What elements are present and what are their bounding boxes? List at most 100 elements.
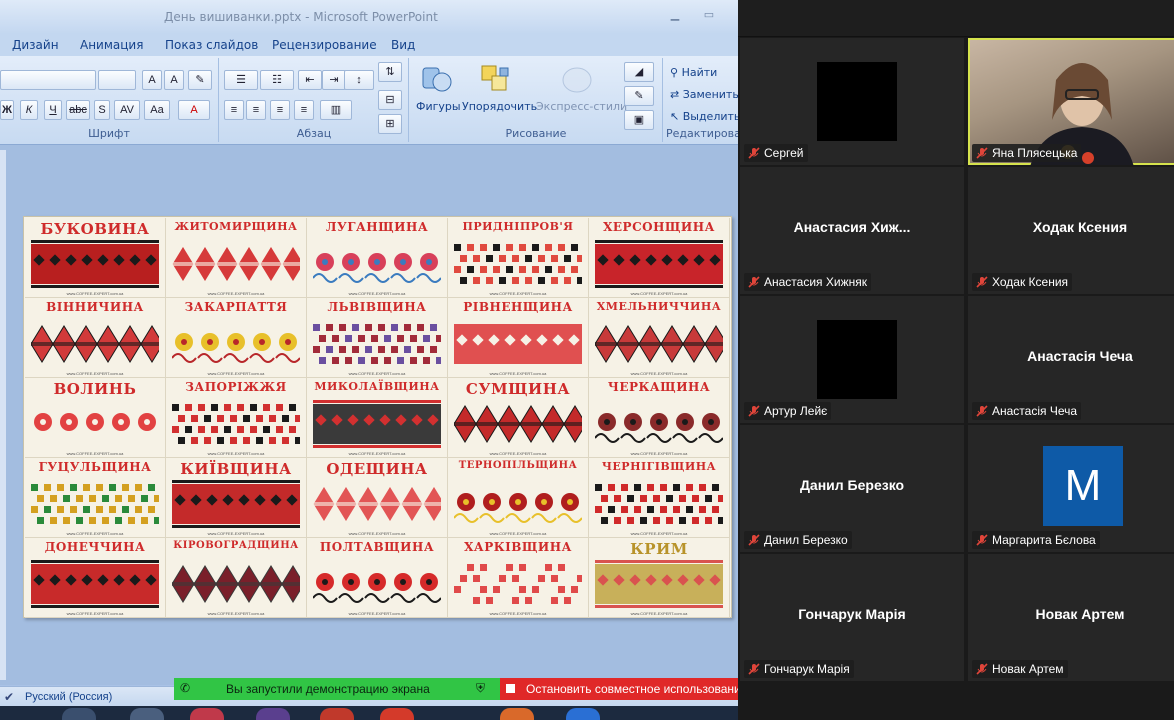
align-text-button[interactable]: ⊟	[378, 90, 402, 110]
text-direction-button[interactable]: ⇅	[378, 62, 402, 82]
font-color-button[interactable]: A	[178, 100, 210, 120]
embroidery-cell: СУМЩИНА www.COFFEE-EXPERT.com.ua	[448, 378, 589, 458]
region-name: ЖИТОМИРЩИНА	[174, 220, 298, 233]
muted-mic-icon	[748, 405, 760, 417]
embroidery-cell: ЛЬВІВЩИНА www.COFFEE-EXPERT.com.ua	[307, 298, 448, 378]
language-status[interactable]: Русский (Россия)	[25, 691, 112, 703]
participant-tile[interactable]: Гончарук Марія Гончарук Марія	[740, 554, 964, 681]
region-name: ВОЛИНЬ	[53, 380, 137, 398]
tab-animation[interactable]: Анимация	[80, 38, 143, 52]
spacing-button[interactable]: AV	[114, 100, 140, 120]
participant-tile[interactable]: Данил Березко Данил Березко	[740, 425, 964, 552]
maximize-icon[interactable]: ▭	[702, 8, 716, 22]
stop-icon	[506, 684, 515, 693]
muted-mic-icon	[748, 534, 760, 546]
select-button[interactable]: ↖ Выделить	[670, 110, 738, 123]
slide[interactable]: БУКОВИНА www.COFFEE-EXPERT.com.ua ЖИТОМИРЩ…	[23, 216, 732, 618]
muted-mic-icon	[976, 147, 988, 159]
shape-fill-button[interactable]: ◢	[624, 62, 654, 82]
quick-styles-label[interactable]: Экспресс-стили	[536, 100, 627, 113]
region-name: РІВНЕНЩИНА	[463, 300, 573, 314]
justify-button[interactable]: ≡	[294, 100, 314, 120]
language-icon: ✔	[4, 690, 15, 704]
participant-tile[interactable]: Анастасія Чеча Анастасія Чеча	[968, 296, 1174, 423]
numbering-button[interactable]: ☷	[260, 70, 294, 90]
change-case-button[interactable]: Aa	[144, 100, 170, 120]
tab-view[interactable]: Вид	[391, 38, 415, 52]
region-name: ТЕРНОПІЛЬЩИНА	[458, 460, 578, 471]
region-name: КРИМ	[630, 540, 688, 558]
taskbar-app-icon[interactable]	[256, 708, 290, 720]
site-credit: www.COFFEE-EXPERT.com.ua	[489, 611, 547, 616]
shapes-icon[interactable]	[420, 64, 454, 96]
taskbar-app-icon[interactable]	[380, 708, 414, 720]
shadow-button[interactable]: S	[94, 100, 110, 120]
find-button[interactable]: ⚲ Найти	[670, 66, 717, 79]
tab-review[interactable]: Рецензирование	[272, 38, 377, 52]
italic-button[interactable]: К	[20, 100, 38, 120]
participant-tile[interactable]: Новак Артем Новак Артем	[968, 554, 1174, 681]
participant-tile[interactable]: Артур Лейє	[740, 296, 964, 423]
muted-mic-icon	[748, 663, 760, 675]
zoom-gallery: Сергей Яна Плясецька Анастасия Хиж... Анаст…	[738, 0, 1174, 720]
taskbar-app-icon[interactable]	[500, 708, 534, 720]
embroidery-pattern	[595, 325, 723, 363]
taskbar-app-icon[interactable]	[190, 708, 224, 720]
embroidery-cell: ВІННИЧИНА www.COFFEE-EXPERT.com.ua	[25, 298, 166, 378]
participant-tile[interactable]: Ходак Ксения Ходак Ксения	[968, 167, 1174, 294]
taskbar-app-icon[interactable]	[62, 708, 96, 720]
decrease-indent-button[interactable]: ⇤	[298, 70, 322, 90]
powerpoint-window: День вишиванки.pptx - Microsoft PowerPoi…	[0, 0, 738, 720]
font-size-combo[interactable]	[98, 70, 136, 90]
share-status-text: Вы запустили демонстрацию экрана	[226, 682, 430, 696]
increase-indent-button[interactable]: ⇥	[322, 70, 346, 90]
embroidery-cell: ЧЕРНІГІВЩИНА www.COFFEE-EXPERT.com.ua	[589, 458, 730, 538]
bold-button[interactable]: Ж	[0, 100, 14, 120]
replace-button[interactable]: ⇄ Заменить	[670, 88, 738, 101]
minimize-icon[interactable]: ▁	[668, 8, 682, 22]
site-credit: www.COFFEE-EXPERT.com.ua	[489, 531, 547, 536]
embroidery-cell: ДОНЕЧЧИНА www.COFFEE-EXPERT.com.ua	[25, 538, 166, 618]
embroidery-pattern	[595, 484, 723, 524]
taskbar-app-icon[interactable]	[566, 708, 600, 720]
font-name-combo[interactable]	[0, 70, 96, 90]
region-name: ЗАПОРІЖЖЯ	[185, 380, 287, 394]
site-credit: www.COFFEE-EXPERT.com.ua	[630, 291, 688, 296]
bullets-button[interactable]: ☰	[224, 70, 258, 90]
line-spacing-button[interactable]: ↕	[344, 70, 374, 90]
participant-tile[interactable]: Анастасия Хиж... Анастасия Хижняк	[740, 167, 964, 294]
participant-label-text: Анастасия Хижняк	[764, 275, 867, 289]
align-right-button[interactable]: ≡	[270, 100, 290, 120]
tab-slideshow[interactable]: Показ слайдов	[165, 38, 258, 52]
quick-styles-icon[interactable]	[560, 64, 594, 96]
arrange-icon[interactable]	[480, 64, 514, 96]
participant-name-label: Маргарита Бєлова	[972, 531, 1100, 549]
region-name: СУМЩИНА	[465, 380, 571, 398]
taskbar-app-icon[interactable]	[130, 708, 164, 720]
participant-name-label: Данил Березко	[744, 531, 852, 549]
align-left-button[interactable]: ≡	[224, 100, 244, 120]
shrink-font-button[interactable]: A	[164, 70, 184, 90]
clear-format-button[interactable]: ✎	[188, 70, 212, 90]
embroidery-pattern	[31, 240, 159, 288]
underline-button[interactable]: Ч	[44, 100, 62, 120]
strikethrough-button[interactable]: abc	[66, 100, 90, 120]
columns-button[interactable]: ▥	[320, 100, 352, 120]
taskbar-app-icon[interactable]	[320, 708, 354, 720]
region-name: ЧЕРКАЩИНА	[607, 380, 711, 394]
shape-outline-button[interactable]: ✎	[624, 86, 654, 106]
slide-pane-edge	[0, 150, 6, 680]
arrange-label[interactable]: Упорядочить	[462, 100, 537, 113]
tab-design[interactable]: Дизайн	[12, 38, 59, 52]
grow-font-button[interactable]: A	[142, 70, 162, 90]
participant-tile[interactable]: Сергей	[740, 38, 964, 165]
participant-name-label: Анастасия Хижняк	[744, 273, 871, 291]
shapes-label[interactable]: Фигуры	[416, 100, 461, 113]
participant-tile[interactable]: M Маргарита Бєлова	[968, 425, 1174, 552]
site-credit: www.COFFEE-EXPERT.com.ua	[66, 371, 124, 376]
stop-share-button[interactable]: Остановить совместное использование	[500, 678, 738, 700]
participant-tile[interactable]: Яна Плясецька	[968, 38, 1174, 165]
align-center-button[interactable]: ≡	[246, 100, 266, 120]
stop-share-label: Остановить совместное использование	[526, 682, 738, 696]
embroidery-pattern	[31, 325, 159, 363]
